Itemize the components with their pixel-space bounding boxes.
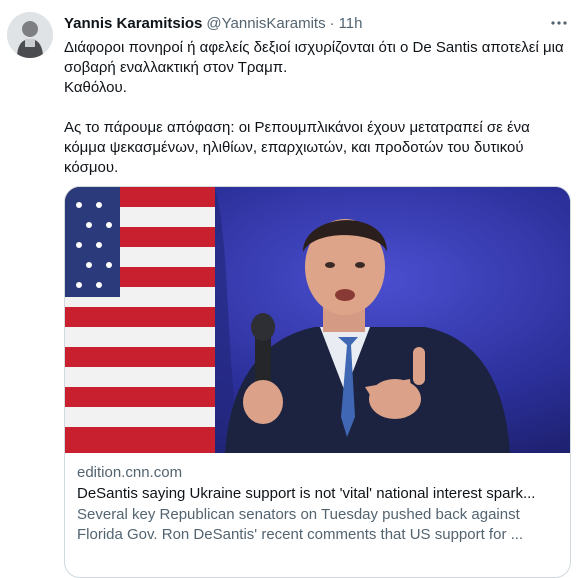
tweet-paragraph-2: Καθόλου. <box>64 79 127 96</box>
flag-graphic <box>65 187 240 453</box>
avatar[interactable] <box>7 12 53 58</box>
header-separator: · <box>329 14 335 32</box>
tweet-timestamp[interactable]: 11h <box>339 15 363 32</box>
tweet-paragraph-3: Ας το πάρουμε απόφαση: οι Ρεπουμπλικάνοι… <box>64 119 530 176</box>
card-body[interactable]: edition.cnn.com DeSantis saying Ukraine … <box>65 453 570 545</box>
card-title: DeSantis saying Ukraine support is not '… <box>77 485 536 502</box>
card-description-line-2: Florida Gov. Ron DeSantis' recent commen… <box>77 526 524 543</box>
tweet[interactable]: Yannis Karamitsios @YannisKaramits · 11h… <box>0 0 580 578</box>
card-domain: edition.cnn.com <box>77 464 183 481</box>
tweet-text: Διάφοροι πονηροί ή αφελείς δεξιοί ισχυρί… <box>64 38 569 178</box>
card-description-line-1: Several key Republican senators on Tuesd… <box>77 506 520 523</box>
author-display-name[interactable]: Yannis Karamitsios <box>64 15 202 32</box>
desantis-photo <box>65 187 570 453</box>
link-preview-card[interactable]: edition.cnn.com DeSantis saying Ukraine … <box>64 186 571 578</box>
tweet-header: Yannis Karamitsios @YannisKaramits · 11h <box>64 13 363 33</box>
more-horizontal-icon[interactable] <box>548 12 570 34</box>
card-image[interactable] <box>65 187 570 453</box>
card-description: Several key Republican senators on Tuesd… <box>77 505 558 545</box>
author-handle[interactable]: @YannisKaramits <box>206 15 325 32</box>
avatar-photo <box>7 12 53 58</box>
tweet-paragraph-1: Διάφοροι πονηροί ή αφελείς δεξιοί ισχυρί… <box>64 39 564 76</box>
